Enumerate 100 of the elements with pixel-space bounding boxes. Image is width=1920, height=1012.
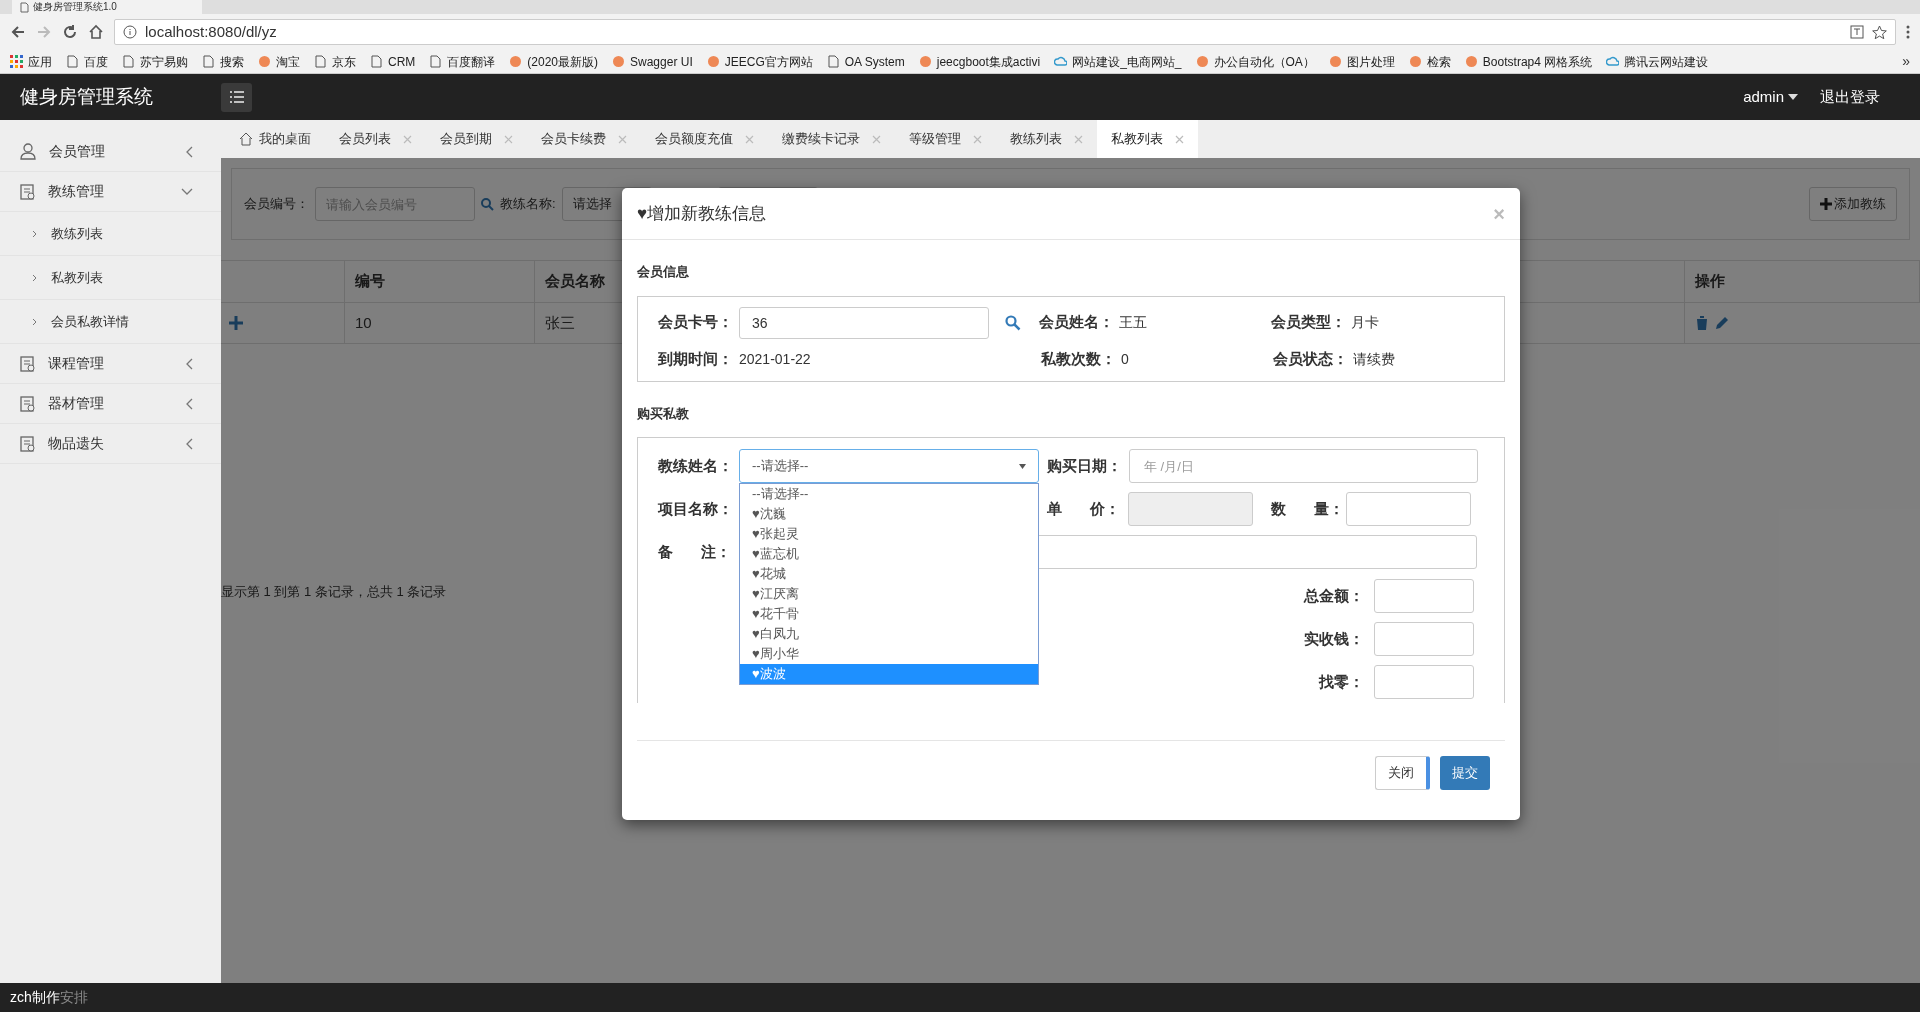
dropdown-option[interactable]: ♥沈巍 bbox=[740, 504, 1038, 524]
dropdown-option[interactable]: ♥张起灵 bbox=[740, 524, 1038, 544]
bookmark[interactable]: CRM bbox=[370, 52, 416, 71]
bookmark[interactable]: 腾讯云网站建设 bbox=[1606, 52, 1709, 71]
bookmark[interactable]: 苏宁易购 bbox=[122, 52, 188, 71]
close-icon[interactable] bbox=[618, 134, 627, 144]
footer-faint-text: 安排 bbox=[59, 988, 88, 1007]
site-icon bbox=[612, 55, 625, 68]
trash-icon[interactable] bbox=[1695, 315, 1709, 331]
bookmark[interactable]: 网站建设_电商网站_ bbox=[1054, 52, 1182, 71]
bookmark[interactable]: 检索 bbox=[1408, 52, 1451, 71]
bookmark[interactable]: 百度翻译 bbox=[429, 52, 496, 71]
close-icon[interactable] bbox=[973, 134, 982, 144]
amount-field[interactable] bbox=[1374, 622, 1474, 656]
date-field[interactable]: 年 /月/日 bbox=[1129, 449, 1478, 483]
sidebar-item[interactable]: 器材管理 bbox=[0, 384, 221, 424]
bookmark[interactable]: (2020最新版) bbox=[509, 52, 598, 71]
submit-button[interactable]: 提交 bbox=[1440, 756, 1490, 790]
close-icon[interactable] bbox=[504, 134, 513, 144]
unit-price-field[interactable] bbox=[1128, 492, 1253, 526]
dropdown-option[interactable]: ♥蓝忘机 bbox=[740, 544, 1038, 564]
field-value: 0 bbox=[1121, 349, 1130, 369]
bookmark[interactable]: 应用 bbox=[10, 52, 52, 71]
bookmark[interactable]: Swagger UI bbox=[612, 52, 693, 71]
bookmark[interactable]: 京东 bbox=[314, 52, 356, 71]
star-icon[interactable] bbox=[1872, 24, 1887, 40]
user-menu[interactable]: admin bbox=[1743, 85, 1798, 109]
field-label: 找零： bbox=[1319, 671, 1364, 692]
home-icon[interactable] bbox=[88, 24, 104, 40]
close-icon[interactable] bbox=[872, 134, 881, 144]
caret-icon bbox=[1019, 463, 1026, 469]
add-coach-button[interactable]: 添加教练 bbox=[1809, 187, 1897, 221]
plus-icon[interactable] bbox=[229, 316, 243, 330]
close-icon[interactable] bbox=[1074, 134, 1083, 144]
page-icon bbox=[826, 55, 840, 68]
field-value: 月卡 bbox=[1351, 313, 1379, 332]
dropdown-option[interactable]: ♥花千骨 bbox=[740, 604, 1038, 624]
dropdown-option[interactable]: --请选择-- bbox=[740, 484, 1038, 504]
field-label: 数 量： bbox=[1271, 498, 1346, 519]
document-icon bbox=[20, 395, 35, 412]
dropdown-option[interactable]: ♥周小华 bbox=[740, 644, 1038, 664]
tab[interactable]: 私教列表 bbox=[1097, 120, 1198, 158]
site-icon bbox=[1195, 55, 1209, 68]
field-label: 购买日期： bbox=[1047, 455, 1123, 476]
field-label: 总金额： bbox=[1304, 585, 1364, 606]
card-number-field[interactable]: 36 bbox=[739, 306, 989, 339]
close-icon[interactable] bbox=[403, 134, 412, 144]
sidebar-item[interactable]: 物品遗失 bbox=[0, 424, 221, 464]
field-label: 私教次数： bbox=[1041, 349, 1117, 369]
pagination-info: 显示第 1 到第 1 条记录，总共 1 条记录 bbox=[221, 583, 447, 601]
browser-tab[interactable]: 健身房管理系统1.0 bbox=[12, 0, 202, 14]
cloud-icon bbox=[1054, 55, 1068, 68]
pencil-icon[interactable] bbox=[1715, 316, 1729, 330]
back-icon[interactable] bbox=[10, 24, 26, 40]
page-icon bbox=[429, 55, 443, 68]
bookmark[interactable]: 淘宝 bbox=[258, 52, 300, 71]
plus-icon bbox=[1820, 198, 1832, 210]
close-icon[interactable] bbox=[745, 134, 754, 144]
address-bar[interactable]: localhost:8080/dl/yz bbox=[114, 19, 1896, 45]
amount-field[interactable] bbox=[1374, 665, 1474, 699]
quantity-field[interactable] bbox=[1346, 492, 1471, 526]
forward-icon[interactable] bbox=[36, 24, 52, 40]
page-icon bbox=[122, 55, 135, 68]
bookmark[interactable]: 搜索 bbox=[202, 52, 244, 71]
search-icon[interactable] bbox=[1005, 314, 1021, 331]
bookmark[interactable]: 百度 bbox=[66, 52, 108, 71]
logout-link[interactable]: 退出登录 bbox=[1820, 85, 1880, 109]
column-header: 会员名称 bbox=[545, 271, 605, 292]
sidebar-item[interactable]: 教练管理 bbox=[0, 172, 221, 212]
field-label: 会员编号： bbox=[244, 195, 309, 214]
bookmark[interactable]: Bootstrap4 网格系统 bbox=[1464, 52, 1593, 71]
search-icon[interactable] bbox=[481, 197, 494, 211]
footer-text: zch制作 bbox=[10, 988, 60, 1007]
reload-icon[interactable] bbox=[62, 24, 78, 40]
amount-field[interactable] bbox=[1374, 579, 1474, 613]
document-icon bbox=[20, 355, 35, 372]
coach-select[interactable]: --请选择-- bbox=[739, 449, 1039, 483]
dropdown-option[interactable]: ♥白凤九 bbox=[740, 624, 1038, 644]
sidebar-item[interactable]: 课程管理 bbox=[0, 344, 221, 384]
close-icon[interactable] bbox=[1175, 134, 1184, 144]
bookmark[interactable]: 图片处理 bbox=[1328, 52, 1395, 71]
bookmark[interactable]: JEECG官方网站 bbox=[706, 52, 813, 71]
field-label: 会员姓名： bbox=[1039, 312, 1115, 333]
close-button[interactable]: 关闭 bbox=[1375, 756, 1430, 790]
bookmark[interactable]: jeecgboot集成activi bbox=[918, 52, 1041, 71]
translate-icon[interactable] bbox=[1850, 25, 1864, 39]
dropdown-option[interactable]: ♥江厌离 bbox=[740, 584, 1038, 604]
page-icon bbox=[370, 55, 383, 68]
field-label: 项目名称： bbox=[658, 498, 734, 519]
dropdown-option[interactable]: ♥花城 bbox=[740, 564, 1038, 584]
bookmark[interactable]: 办公自动化（OA） bbox=[1195, 52, 1315, 71]
menu-icon[interactable] bbox=[1906, 25, 1910, 39]
column-header: 操作 bbox=[1695, 271, 1725, 292]
page-icon bbox=[66, 55, 79, 68]
menu-toggle-button[interactable] bbox=[221, 82, 252, 112]
bookmarks-overflow[interactable]: » bbox=[1902, 51, 1910, 72]
page-icon bbox=[202, 55, 215, 68]
bookmark[interactable]: OA System bbox=[826, 52, 905, 71]
field-label: 实收钱： bbox=[1304, 628, 1364, 649]
site-icon bbox=[1464, 55, 1478, 68]
